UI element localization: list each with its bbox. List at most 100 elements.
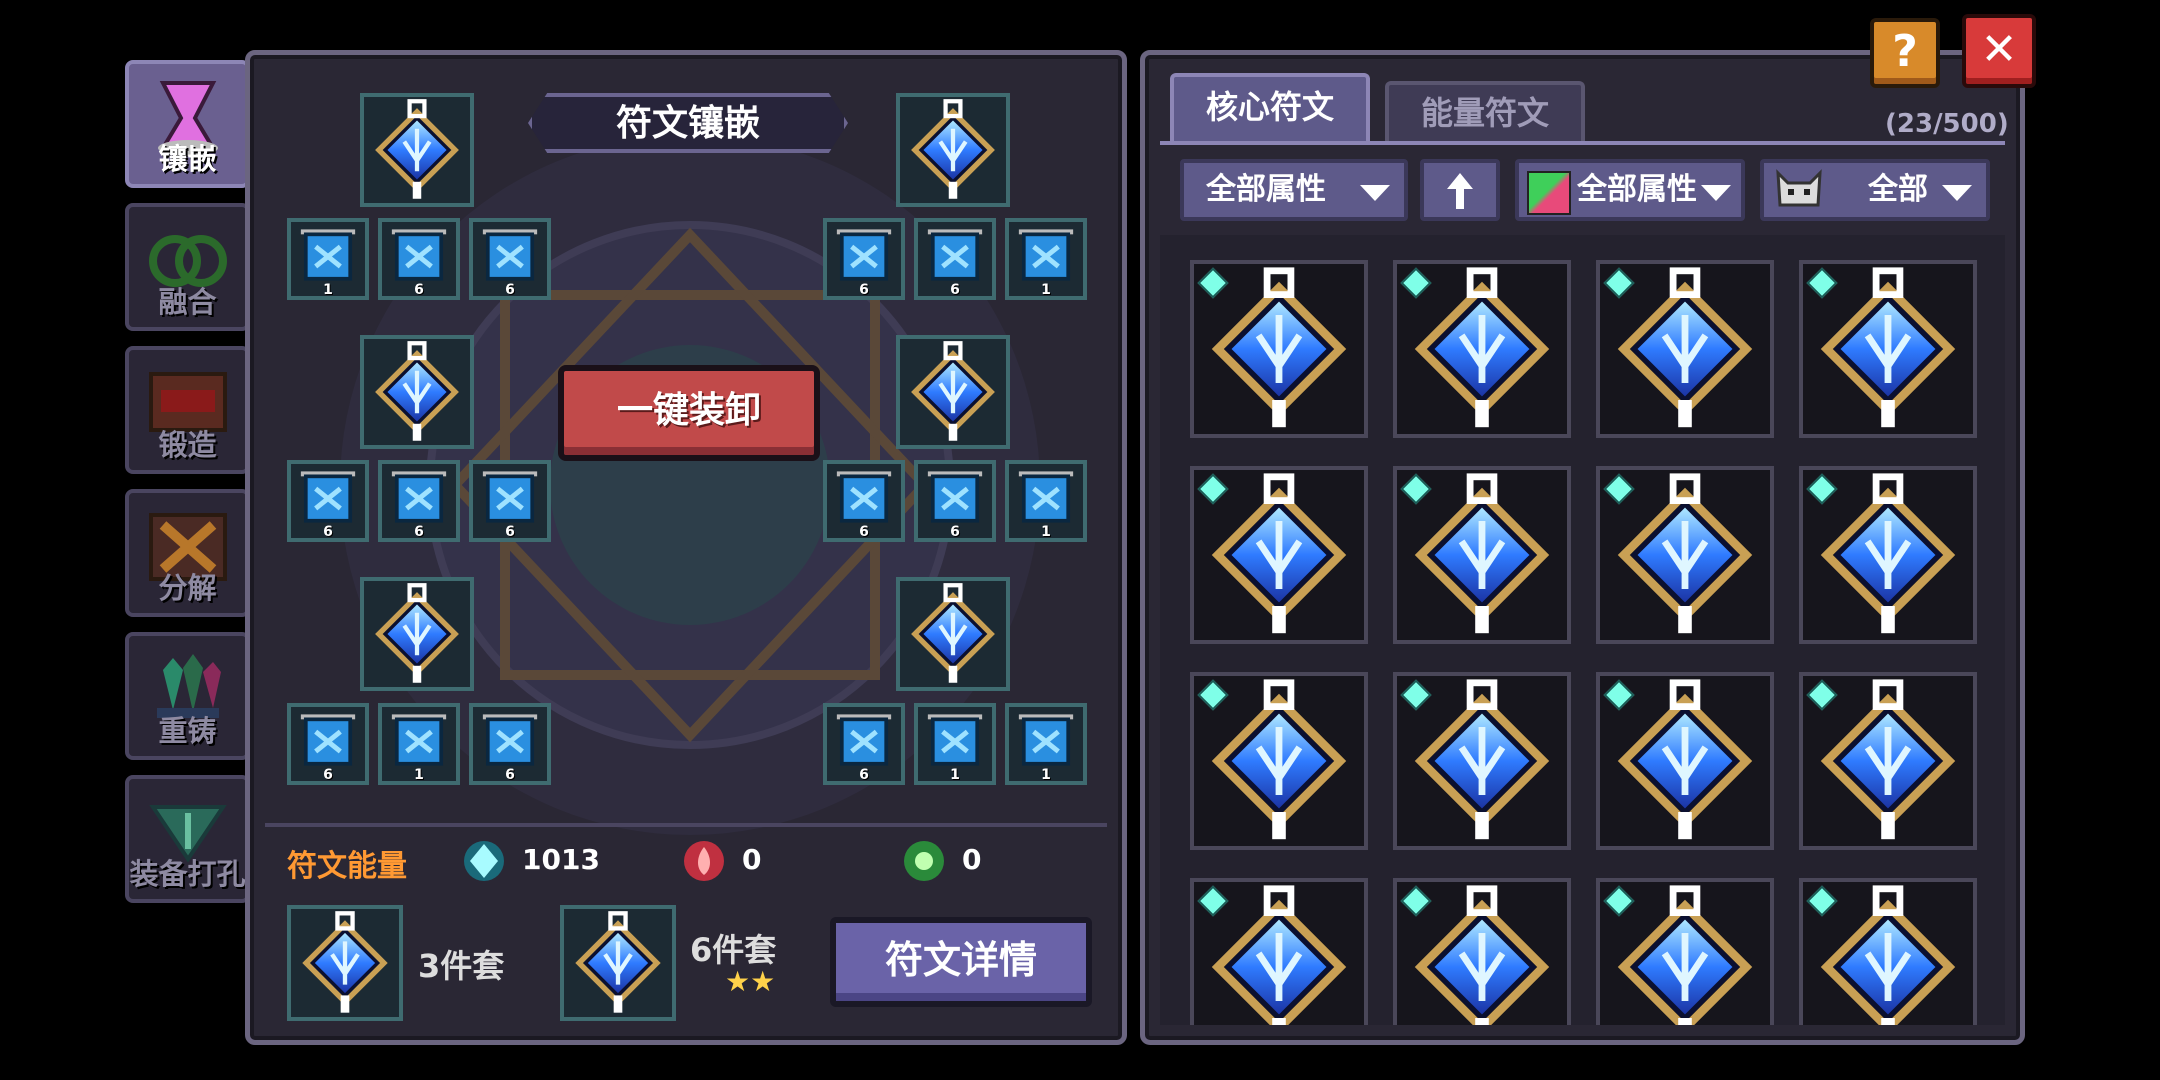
- energy-slot[interactable]: 1: [914, 703, 996, 785]
- slot-level: 1: [950, 767, 960, 783]
- slot-level: 6: [323, 524, 333, 540]
- energy-slot[interactable]: 6: [287, 703, 369, 785]
- energy-slot[interactable]: 6: [469, 218, 551, 300]
- tab-energy-runes[interactable]: 能量符文: [1385, 81, 1585, 143]
- energy-slot[interactable]: 6: [914, 460, 996, 542]
- slot-level: 6: [414, 524, 424, 540]
- rune-card[interactable]: [1190, 466, 1368, 644]
- rune-icon: [900, 97, 1006, 203]
- rune-card[interactable]: [1190, 260, 1368, 438]
- energy-slot[interactable]: 1: [1005, 218, 1087, 300]
- type-filter-value: 全部: [1868, 172, 1928, 207]
- slot-level: 1: [1041, 524, 1051, 540]
- side-tab-inlay[interactable]: 镶嵌: [125, 60, 250, 188]
- page-title: 符文镶嵌: [615, 103, 760, 144]
- side-tab-label: 锻造: [158, 428, 217, 462]
- energy-slot[interactable]: 6: [378, 460, 460, 542]
- cyan-gem-icon: [462, 839, 506, 887]
- rune-card[interactable]: [1799, 260, 1977, 438]
- slot-level: 6: [414, 282, 424, 298]
- core-slot-2[interactable]: [896, 93, 1010, 207]
- core-slot-3[interactable]: [360, 335, 474, 449]
- rune-card[interactable]: [1393, 466, 1571, 644]
- attribute-filter-value: 全部属性: [1206, 172, 1326, 207]
- rune-grid: [1160, 235, 2005, 1025]
- element-color-icon: [1527, 171, 1571, 215]
- sort-direction-button[interactable]: [1420, 159, 1500, 221]
- side-tab-label: 镶嵌: [158, 142, 217, 176]
- energy-slot[interactable]: 6: [823, 460, 905, 542]
- energy-slot[interactable]: 6: [469, 703, 551, 785]
- energy-slot[interactable]: 6: [823, 218, 905, 300]
- unequip-all-button[interactable]: 一键装卸: [558, 365, 820, 461]
- energy-slot[interactable]: 1: [1005, 703, 1087, 785]
- energy-slot[interactable]: 6: [287, 460, 369, 542]
- rune-card[interactable]: [1596, 260, 1774, 438]
- close-button[interactable]: ✕: [1962, 14, 2036, 88]
- rune-card[interactable]: [1393, 672, 1571, 850]
- rune-card[interactable]: [1190, 672, 1368, 850]
- arrow-up-icon: [1447, 172, 1473, 209]
- energy-slot[interactable]: 6: [823, 703, 905, 785]
- rune-details-button[interactable]: 符文详情: [830, 917, 1092, 1007]
- rune-icon: [364, 97, 470, 203]
- core-slot-6[interactable]: [896, 577, 1010, 691]
- monster-icon: [1774, 169, 1824, 231]
- help-button[interactable]: ?: [1870, 18, 1940, 88]
- slot-level: 1: [1041, 767, 1051, 783]
- side-tab-label: 装备打孔: [129, 857, 246, 891]
- core-slot-1[interactable]: [360, 93, 474, 207]
- slot-level: 6: [859, 524, 869, 540]
- core-slot-5[interactable]: [360, 577, 474, 691]
- side-tab-socket[interactable]: 装备打孔: [125, 775, 250, 903]
- inlay-panel: 符文镶嵌 1 6 6 6 6 1 6 6 6 6 6 1 6 1 6 6 1 1…: [245, 50, 1127, 1045]
- rune-icon: [364, 581, 470, 687]
- red-gem-icon: [682, 839, 726, 887]
- rune-card[interactable]: [1799, 672, 1977, 850]
- tab-core-runes[interactable]: 核心符文: [1170, 73, 1370, 143]
- slot-level: 6: [505, 767, 515, 783]
- side-tab-fusion[interactable]: 融合: [125, 203, 250, 331]
- rune-card[interactable]: [1393, 878, 1571, 1025]
- rune-card[interactable]: [1596, 466, 1774, 644]
- rune-card[interactable]: [1596, 878, 1774, 1025]
- energy-value-green: 0: [962, 843, 982, 876]
- attribute-filter-dropdown[interactable]: 全部属性: [1180, 159, 1408, 221]
- energy-value-cyan: 1013: [522, 843, 600, 876]
- slot-level: 6: [323, 767, 333, 783]
- rune-icon: [291, 909, 399, 1017]
- side-tab-label: 分解: [158, 571, 217, 605]
- tab-underline: [1160, 141, 2005, 145]
- side-tab-recast[interactable]: 重铸: [125, 632, 250, 760]
- side-tab-label: 重铸: [158, 714, 217, 748]
- rune-card[interactable]: [1393, 260, 1571, 438]
- chevron-down-icon: [1942, 185, 1972, 201]
- rune-icon: [900, 339, 1006, 445]
- green-gem-icon: [902, 839, 946, 887]
- rune-icon: [564, 909, 672, 1017]
- side-tab-decompose[interactable]: 分解: [125, 489, 250, 617]
- side-tab-forge[interactable]: 锻造: [125, 346, 250, 474]
- element-filter-dropdown[interactable]: 全部属性: [1515, 159, 1745, 221]
- energy-label: 符文能量: [287, 849, 407, 884]
- slot-level: 1: [414, 767, 424, 783]
- rune-card[interactable]: [1190, 878, 1368, 1025]
- energy-slot[interactable]: 6: [378, 218, 460, 300]
- energy-slot[interactable]: 6: [914, 218, 996, 300]
- slot-level: 6: [950, 282, 960, 298]
- rune-card[interactable]: [1799, 878, 1977, 1025]
- energy-slot[interactable]: 1: [287, 218, 369, 300]
- type-filter-dropdown[interactable]: 全部: [1760, 159, 1990, 221]
- energy-slot[interactable]: 1: [1005, 460, 1087, 542]
- slot-level: 6: [950, 524, 960, 540]
- side-tab-label: 融合: [158, 285, 217, 319]
- energy-slot[interactable]: 1: [378, 703, 460, 785]
- slot-level: 1: [1041, 282, 1051, 298]
- set-6-slot[interactable]: [560, 905, 676, 1021]
- core-slot-4[interactable]: [896, 335, 1010, 449]
- set-6-stars: ★★: [725, 965, 776, 998]
- set-3-slot[interactable]: [287, 905, 403, 1021]
- energy-slot[interactable]: 6: [469, 460, 551, 542]
- rune-card[interactable]: [1799, 466, 1977, 644]
- rune-card[interactable]: [1596, 672, 1774, 850]
